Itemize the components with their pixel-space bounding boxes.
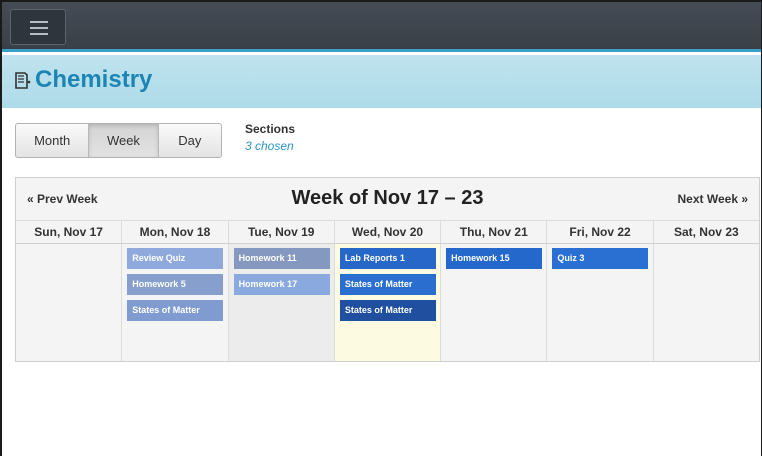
month-view-button[interactable]: Month bbox=[16, 124, 90, 157]
day-column-sat[interactable] bbox=[653, 244, 759, 361]
sections-label: Sections bbox=[245, 122, 296, 136]
book-icon bbox=[15, 72, 31, 89]
day-column-mon[interactable]: Review Quiz Homework 5 States of Matter bbox=[122, 244, 229, 361]
calendar-event[interactable]: Homework 15 bbox=[446, 248, 543, 269]
calendar-event[interactable]: Homework 17 bbox=[233, 274, 330, 295]
week-title: Week of Nov 17 – 23 bbox=[291, 187, 484, 209]
day-columns: Review Quiz Homework 5 States of Matter … bbox=[16, 244, 759, 361]
day-header-thu: Thu, Nov 21 bbox=[441, 221, 548, 243]
day-column-wed-today[interactable]: Lab Reports 1 States of Matter States of… bbox=[334, 244, 442, 361]
hamburger-icon-bar bbox=[30, 33, 48, 35]
next-week-link[interactable]: Next Week » bbox=[678, 192, 748, 206]
week-view-button[interactable]: Week bbox=[89, 124, 159, 157]
day-header-sun: Sun, Nov 17 bbox=[16, 221, 123, 243]
hamburger-icon bbox=[30, 21, 48, 23]
week-calendar: « Prev Week Week of Nov 17 – 23 Next Wee… bbox=[15, 177, 760, 362]
calendar-event[interactable]: Homework 11 bbox=[233, 248, 330, 269]
calendar-event[interactable]: Review Quiz bbox=[127, 248, 224, 269]
day-header-fri: Fri, Nov 22 bbox=[547, 221, 654, 243]
day-column-tue[interactable]: Homework 11 Homework 17 bbox=[228, 244, 335, 361]
calendar-event[interactable]: States of Matter bbox=[127, 300, 224, 321]
day-column-thu[interactable]: Homework 15 bbox=[441, 244, 548, 361]
calendar-event[interactable]: Lab Reports 1 bbox=[339, 248, 436, 269]
top-navbar bbox=[2, 2, 761, 52]
course-header: Chemistry bbox=[2, 55, 761, 108]
day-headers: Sun, Nov 17 Mon, Nov 18 Tue, Nov 19 Wed,… bbox=[16, 220, 759, 244]
day-view-button[interactable]: Day bbox=[159, 124, 221, 157]
day-header-mon: Mon, Nov 18 bbox=[122, 221, 229, 243]
sections-chosen-link[interactable]: 3 chosen bbox=[245, 139, 294, 153]
calendar-event[interactable]: States of Matter bbox=[339, 300, 436, 321]
day-column-fri[interactable]: Quiz 3 bbox=[547, 244, 654, 361]
course-title: Chemistry bbox=[35, 66, 153, 93]
day-header-sat: Sat, Nov 23 bbox=[673, 225, 739, 239]
day-header-tue: Tue, Nov 19 bbox=[229, 221, 335, 243]
day-header-wed: Wed, Nov 20 bbox=[335, 221, 442, 243]
calendar-event[interactable]: States of Matter bbox=[339, 274, 436, 295]
hamburger-icon-bar bbox=[30, 27, 48, 29]
day-column-sun[interactable] bbox=[16, 244, 123, 361]
hamburger-menu-button[interactable] bbox=[10, 9, 66, 45]
calendar-event[interactable]: Quiz 3 bbox=[552, 248, 649, 269]
view-switcher: Month Week Day bbox=[15, 123, 222, 158]
calendar-event[interactable]: Homework 5 bbox=[127, 274, 224, 295]
calendar-nav: « Prev Week Week of Nov 17 – 23 Next Wee… bbox=[16, 178, 759, 220]
prev-week-link[interactable]: « Prev Week bbox=[27, 192, 98, 206]
